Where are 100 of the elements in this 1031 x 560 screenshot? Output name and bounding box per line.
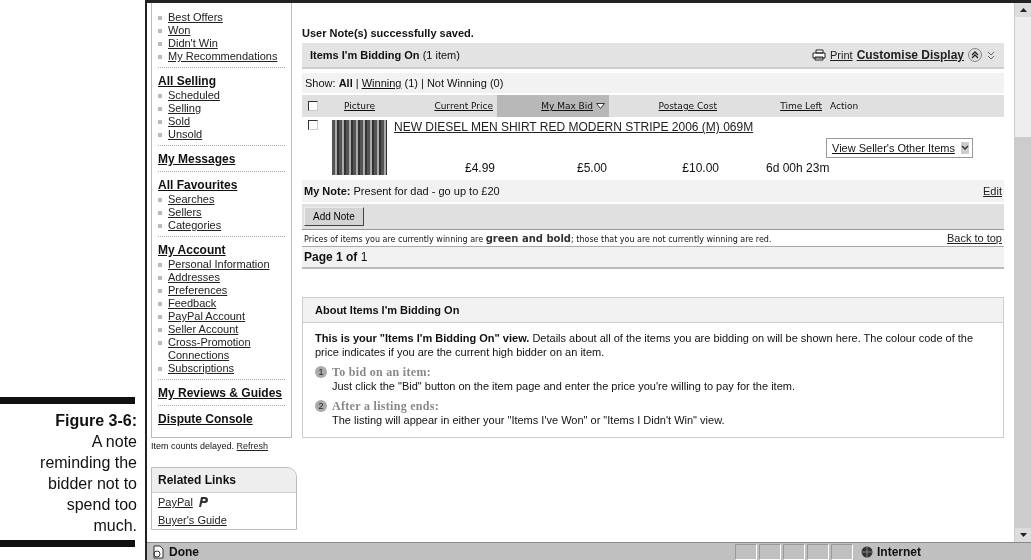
print-link[interactable]: Print bbox=[830, 49, 853, 61]
info-text: This is your "Items I'm Bidding On" view. Details about all of the items you are bidding on will be shown here. The colour code of the price indicates if you are the current high bidder on an item. bbox=[315, 331, 975, 359]
page-indicator: Page 1 of 1 bbox=[302, 247, 1004, 269]
status-pane bbox=[783, 543, 805, 560]
sidebar-link[interactable]: Sellers bbox=[168, 206, 202, 219]
globe-icon bbox=[861, 545, 873, 558]
step-text: The listing will appear in either your "Items I've Won" or "Items I Didn't Win" view. bbox=[332, 413, 725, 427]
step-number: 1 bbox=[315, 366, 327, 378]
collapse-icon[interactable] bbox=[968, 48, 982, 62]
step-title: After a listing ends: bbox=[332, 399, 441, 413]
bullet-icon bbox=[158, 341, 162, 345]
scroll-up-icon[interactable] bbox=[1019, 8, 1027, 12]
related-link[interactable]: Buyer's Guide bbox=[158, 514, 227, 526]
max-bid: £5.00 bbox=[575, 161, 608, 175]
sort-arrow-icon bbox=[596, 103, 605, 109]
sidebar-link[interactable]: Categories bbox=[168, 219, 222, 232]
bullet-icon bbox=[158, 367, 162, 371]
bullet-icon bbox=[158, 94, 162, 98]
edit-link[interactable]: Edit bbox=[983, 185, 1002, 197]
figure-label: Figure 3-6: bbox=[54, 411, 137, 431]
sidebar-link[interactable]: Best Offers bbox=[168, 11, 223, 24]
refresh-link[interactable]: Refresh bbox=[236, 441, 269, 451]
bullet-icon bbox=[158, 263, 162, 267]
sidebar-link[interactable]: Scheduled bbox=[168, 89, 220, 102]
sidebar-heading[interactable]: My Reviews & Guides bbox=[158, 386, 283, 400]
related-link[interactable]: PayPal bbox=[158, 496, 193, 508]
bullet-icon bbox=[158, 120, 162, 124]
status-text: Done bbox=[169, 544, 199, 559]
printer-icon[interactable] bbox=[812, 49, 826, 61]
counts-note: Item counts delayed. bbox=[151, 441, 235, 451]
bullet-icon bbox=[158, 42, 162, 46]
filter-option[interactable]: All bbox=[338, 77, 353, 89]
success-message: User Note(s) successfully saved. bbox=[302, 26, 475, 41]
postage-cost: £10.00 bbox=[681, 161, 720, 175]
status-pane bbox=[831, 543, 853, 560]
bullet-icon bbox=[158, 107, 162, 111]
sidebar-link[interactable]: Subscriptions bbox=[168, 362, 235, 375]
photo-placeholder bbox=[332, 120, 387, 175]
sidebar-link[interactable]: My Recommendations bbox=[168, 50, 278, 63]
status-pane bbox=[759, 543, 781, 560]
column-header[interactable]: Current Price bbox=[387, 95, 497, 117]
filter-option[interactable]: Not Winning (0) bbox=[426, 77, 504, 89]
price-legend: Prices of items you are currently winning are green and bold; those that you are not currently winning are red. bbox=[304, 232, 772, 244]
bullet-icon bbox=[158, 328, 162, 332]
logo-icon bbox=[196, 496, 209, 508]
action-dropdown[interactable]: View Seller's Other Items bbox=[826, 137, 973, 158]
zone-text: Internet bbox=[877, 544, 921, 559]
note-text: Present for dad - go up to £20 bbox=[353, 185, 500, 197]
sidebar-heading[interactable]: All Favourites bbox=[158, 178, 238, 192]
item-count: (1 item) bbox=[422, 49, 460, 61]
sidebar-heading[interactable]: My Messages bbox=[158, 152, 236, 166]
sidebar-heading[interactable]: All Selling bbox=[158, 74, 216, 88]
bullet-icon bbox=[158, 16, 162, 20]
sidebar-link[interactable]: Seller Account bbox=[168, 323, 239, 336]
sidebar-link[interactable]: Feedback bbox=[168, 297, 217, 310]
column-header[interactable]: Picture bbox=[332, 95, 387, 117]
step-title: To bid on an item: bbox=[332, 365, 432, 379]
step-number: 2 bbox=[315, 400, 327, 412]
separator: | bbox=[421, 77, 424, 89]
column-header[interactable]: Postage Cost bbox=[609, 95, 721, 117]
sidebar-link[interactable]: Cross-Promotion Connections bbox=[168, 336, 285, 362]
scroll-down-icon[interactable] bbox=[1019, 533, 1027, 537]
sidebar-link[interactable]: Personal Information bbox=[168, 258, 270, 271]
item-title-link[interactable]: NEW DIESEL MEN SHIRT RED MODERN STRIPE 2006 (M) 069M bbox=[387, 120, 826, 134]
sidebar-heading[interactable]: My Account bbox=[158, 243, 226, 257]
bullet-icon bbox=[158, 55, 162, 59]
sidebar-link[interactable]: Unsold bbox=[168, 128, 203, 141]
bullet-icon bbox=[158, 133, 162, 137]
filter-option[interactable]: Winning (1) bbox=[361, 77, 418, 89]
sidebar-link[interactable]: Preferences bbox=[168, 284, 228, 297]
info-title: About Items I'm Bidding On bbox=[315, 304, 460, 316]
sidebar-link[interactable]: Sold bbox=[168, 115, 191, 128]
status-pane bbox=[807, 543, 829, 560]
panel-title: Related Links bbox=[158, 473, 237, 487]
back-to-top-link[interactable]: Back to top bbox=[946, 232, 1002, 244]
sidebar-link[interactable]: Didn't Win bbox=[168, 37, 218, 50]
select-all-checkbox[interactable] bbox=[308, 101, 318, 111]
page-icon bbox=[151, 544, 165, 559]
bullet-icon bbox=[158, 315, 162, 319]
row-checkbox[interactable] bbox=[308, 120, 318, 130]
sidebar-link[interactable]: Addresses bbox=[168, 271, 220, 284]
status-pane bbox=[735, 543, 757, 560]
bullet-icon bbox=[158, 289, 162, 293]
expand-icon[interactable] bbox=[986, 49, 996, 61]
sidebar-link[interactable]: PayPal Account bbox=[168, 310, 246, 323]
filter-label: Show: bbox=[305, 77, 336, 89]
add-note-button[interactable]: Add Note bbox=[304, 207, 364, 226]
sidebar-link[interactable]: Won bbox=[168, 24, 191, 37]
bullet-icon bbox=[158, 198, 162, 202]
bullet-icon bbox=[158, 211, 162, 215]
scrollbar[interactable] bbox=[1014, 3, 1031, 542]
bullet-icon bbox=[158, 276, 162, 280]
separator: | bbox=[355, 77, 359, 89]
column-header[interactable]: Time Left bbox=[721, 95, 826, 117]
sidebar-link[interactable]: Selling bbox=[168, 102, 202, 115]
customise-display-link[interactable]: Customise Display bbox=[856, 48, 964, 62]
sidebar-link[interactable]: Searches bbox=[168, 193, 215, 206]
column-header[interactable]: My Max Bid bbox=[497, 95, 609, 117]
bullet-icon bbox=[158, 224, 162, 228]
sidebar-heading[interactable]: Dispute Console bbox=[158, 412, 253, 426]
